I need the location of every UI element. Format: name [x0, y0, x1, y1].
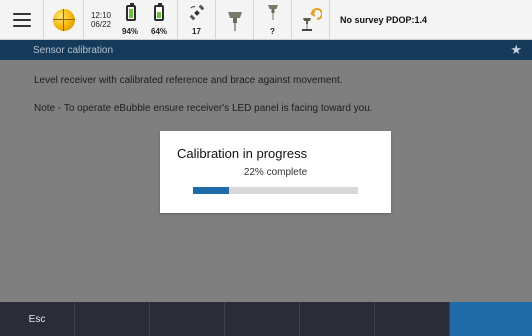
gnss-receiver-icon — [227, 11, 242, 31]
softkey-6[interactable] — [375, 302, 450, 336]
satellites-button[interactable]: 17 — [178, 0, 216, 39]
rover-icon — [268, 5, 278, 20]
progress-bar-fill — [193, 187, 230, 194]
softkey-7[interactable] — [450, 302, 532, 336]
battery-icon — [154, 3, 164, 21]
menu-icon — [12, 12, 31, 27]
softkey-5[interactable] — [300, 302, 375, 336]
battery-1-label: 94% — [122, 27, 139, 36]
clock: 12:10 06/22 — [84, 0, 118, 39]
rover-status-label: ? — [270, 27, 275, 36]
satellite-icon — [189, 4, 205, 21]
instruction-text: Level receiver with calibrated reference… — [34, 75, 343, 86]
battery-status[interactable]: 94% 64% — [118, 0, 178, 39]
survey-status[interactable]: No survey PDOP:1.4 — [330, 0, 532, 39]
globe-icon — [52, 8, 75, 31]
receiver-connect-icon — [301, 7, 322, 31]
globe-button[interactable] — [44, 0, 84, 39]
rover-button[interactable]: ? — [254, 0, 292, 39]
progress-bar — [193, 187, 358, 194]
star-icon[interactable]: ★ — [510, 40, 522, 60]
softkey-4[interactable] — [225, 302, 300, 336]
esc-button[interactable]: Esc — [0, 302, 75, 336]
title-bar: Sensor calibration ★ — [0, 40, 532, 60]
status-bar: 12:10 06/22 94% 64% 17 ? No survey PDOP:… — [0, 0, 532, 40]
menu-button[interactable] — [0, 0, 44, 39]
battery-2-label: 64% — [151, 27, 168, 36]
progress-text: 22% complete — [243, 167, 308, 178]
receiver-connect-button[interactable] — [292, 0, 330, 39]
battery-icon — [126, 3, 136, 21]
date-text: 06/22 — [90, 19, 112, 29]
calibration-progress-dialog: Calibration in progress 22% complete — [160, 131, 391, 213]
time-text: 12:10 — [90, 10, 112, 20]
softkey-2[interactable] — [75, 302, 150, 336]
dialog-title: Calibration in progress — [177, 146, 308, 161]
satellites-count: 17 — [192, 27, 201, 36]
softkey-bar: Esc — [0, 302, 532, 336]
page-title: Sensor calibration — [33, 44, 114, 56]
softkey-3[interactable] — [150, 302, 225, 336]
receiver-button[interactable] — [216, 0, 254, 39]
note-text: Note - To operate eBubble ensure receive… — [34, 103, 373, 114]
